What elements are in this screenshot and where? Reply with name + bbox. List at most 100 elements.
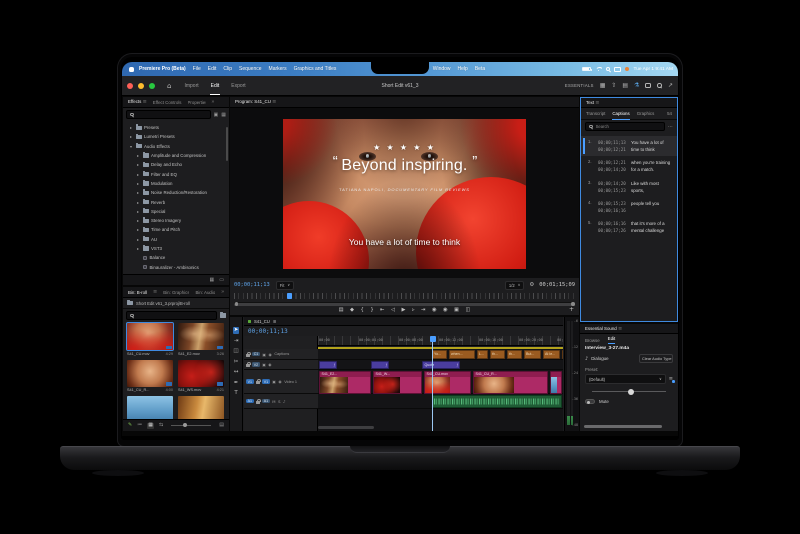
pen-tool[interactable]: ✒	[234, 381, 239, 387]
twisty-icon[interactable]: ▸	[136, 218, 140, 223]
preset-dropdown[interactable]: (Default)∨	[585, 374, 666, 384]
track-target-a1[interactable]: A1	[246, 399, 254, 404]
caption-clip[interactable]: L...	[477, 350, 488, 359]
graphic-clip[interactable]: ƒ	[319, 361, 337, 369]
video-clip[interactable]	[550, 371, 562, 394]
graphic-clip[interactable]: Quoteƒ	[422, 361, 460, 369]
comments-icon[interactable]	[645, 83, 651, 88]
text-tab-graphics[interactable]: Graphics	[637, 111, 655, 116]
caption-clip[interactable]: when...	[449, 350, 475, 359]
twisty-icon[interactable]: ▸	[136, 246, 140, 251]
bin-path-text[interactable]: Short Edit v61_3.prproj\B-roll	[136, 301, 190, 306]
track-button-icon[interactable]: ◉	[278, 379, 281, 384]
panel-menu-icon[interactable]: ≡	[273, 319, 277, 324]
timeline-horizontal-scrollbar[interactable]	[318, 426, 374, 430]
ripple-edit-tool[interactable]: ◫	[233, 349, 238, 355]
time-ruler[interactable]: 00;0000;00;04;0000;00;08;0000;00;12;0000…	[318, 336, 563, 346]
track-button-icon[interactable]: ▣	[262, 352, 266, 357]
caption-row[interactable]: 1.00;00;11;1300;00;12;21You have a lot o…	[581, 136, 677, 156]
video-clip-s41-e2-[interactable]: S41_E2...	[319, 371, 371, 394]
menubar-app-name[interactable]: Premiere Pro (Beta)	[139, 66, 186, 72]
mode-tab-edit[interactable]: Edit	[210, 77, 221, 95]
add-marker-icon[interactable]: ◆	[350, 308, 354, 313]
tree-item-audio-effects[interactable]: ▾Audio Effects	[123, 142, 229, 151]
program-current-timecode[interactable]: 00;00;11;13	[234, 282, 270, 288]
caption-text[interactable]: that it's more of a mental challenge	[631, 220, 673, 234]
menu-sequence[interactable]: Sequence	[239, 66, 262, 72]
track-target-v2[interactable]: V2	[252, 362, 260, 367]
menu-file[interactable]: File	[193, 66, 201, 72]
tab-effects[interactable]: Effects ≡	[128, 99, 147, 105]
caption-text[interactable]: when you're training for a match.	[631, 159, 673, 173]
video-clip-s41-cu-r-[interactable]: S41_CU_R...	[473, 371, 548, 394]
selection-tool[interactable]: ➤	[233, 327, 240, 334]
program-video-frame[interactable]: ★ ★ ★ ★ ★ “ Beyond inspiring. ” TATIANA …	[283, 119, 526, 269]
twisty-icon[interactable]: ▸	[136, 153, 140, 158]
more-options-icon[interactable]: ⋯	[668, 124, 673, 130]
mode-tab-export[interactable]: Export	[230, 77, 246, 94]
menu-beta[interactable]: Beta	[475, 66, 485, 72]
track-target-v1[interactable]: V1	[246, 379, 254, 384]
caption-clip[interactable]: Wh	[562, 350, 563, 359]
tree-item-time-and-pitch[interactable]: ▸Time and Pitch	[123, 225, 229, 234]
workspace-icon[interactable]: ▦	[600, 83, 606, 89]
timeline-playhead[interactable]	[432, 336, 433, 431]
status-app-icon[interactable]	[625, 67, 629, 71]
caption-text[interactable]: people tell you	[631, 200, 659, 214]
text-tab-transcript[interactable]: Transcript	[586, 111, 605, 116]
settings-wrench-icon[interactable]: ⚙	[529, 282, 534, 288]
essential-sound-title[interactable]: Essential Sound ≡	[585, 326, 622, 332]
caption-clip[interactable]: th...	[507, 350, 522, 359]
timeline-current-timecode[interactable]: 00;00;11;13	[248, 328, 288, 335]
quick-export-icon[interactable]: ⇧	[611, 83, 616, 89]
zoom-level-dropdown[interactable]: Fit∨	[276, 281, 294, 290]
caption-clip[interactable]: Yo...	[432, 350, 447, 359]
menu-clip[interactable]: Clip	[223, 66, 232, 72]
caption-clip[interactable]: At le...	[543, 350, 560, 359]
delete-icon[interactable]: ▭	[219, 277, 224, 283]
program-playhead[interactable]	[287, 293, 292, 300]
twisty-icon[interactable]: ▸	[136, 172, 140, 177]
lift-icon[interactable]: ◉	[432, 308, 437, 313]
bin-item[interactable]	[127, 396, 173, 419]
menu-window[interactable]: Window	[433, 66, 451, 72]
tree-item-delay-and-echo[interactable]: ▸Delay and Echo	[123, 160, 229, 169]
slip-tool[interactable]: ↔	[234, 370, 239, 376]
tree-item-modulation[interactable]: ▸Modulation	[123, 179, 229, 188]
text-tab-captions[interactable]: Captions	[612, 107, 629, 119]
twisty-icon[interactable]: ▸	[136, 181, 140, 186]
twisty-icon[interactable]: ▸	[136, 200, 140, 205]
button-editor-icon[interactable]: +	[569, 306, 574, 313]
twisty-icon[interactable]: ▾	[129, 144, 133, 149]
mode-tab-import[interactable]: Import	[183, 77, 199, 94]
play-icon[interactable]: ▶	[402, 308, 406, 313]
graphic-clip[interactable]: ƒ	[371, 361, 389, 369]
tree-item-filter-and-eq[interactable]: ▸Filter and EQ	[123, 169, 229, 178]
bin-tab-bin-graphics[interactable]: Bin: Graphics	[163, 290, 189, 295]
freeform-view-icon[interactable]: ⇆	[159, 423, 163, 428]
sequence-tab[interactable]: S41_CU ≡	[244, 317, 563, 326]
battery-icon[interactable]	[582, 67, 591, 72]
caption-row[interactable]: 3.00;00;14;2000;00;15;23Like with most s…	[581, 177, 677, 197]
twisty-icon[interactable]: ▸	[136, 209, 140, 214]
control-center-icon[interactable]	[614, 67, 621, 72]
audio-effects-filter-icon[interactable]: ▦	[221, 112, 226, 118]
tree-item-stereo-imagery[interactable]: ▸Stereo Imagery	[123, 216, 229, 225]
tree-item-binauralizer-ambisonics[interactable]: Binauralizer - Ambisonics	[123, 262, 229, 271]
tab-properties[interactable]: Properties	[188, 100, 206, 105]
track-target-c1[interactable]: C1	[252, 352, 260, 357]
new-folder-icon[interactable]	[220, 313, 226, 317]
search-icon[interactable]	[657, 83, 662, 88]
go-to-out-icon[interactable]: ⇥	[421, 308, 425, 313]
caption-search-input[interactable]: Search	[585, 122, 665, 131]
tree-item-noise-reduction-restoration[interactable]: ▸Noise Reduction/Restoration	[123, 188, 229, 197]
close-window-button[interactable]	[127, 83, 133, 89]
es-tab-edit[interactable]: Edit	[608, 336, 616, 343]
track-target-v1[interactable]: V1	[262, 379, 270, 384]
video-clip-s41-w-[interactable]: S41_W...	[373, 371, 422, 394]
tree-item-reverb[interactable]: ▸Reverb	[123, 197, 229, 206]
caption-text[interactable]: You have a lot of time to think	[631, 139, 673, 153]
razor-tool[interactable]: ✂	[234, 360, 239, 366]
tree-item-au[interactable]: ▸AU	[123, 235, 229, 244]
wifi-icon[interactable]	[595, 67, 602, 72]
